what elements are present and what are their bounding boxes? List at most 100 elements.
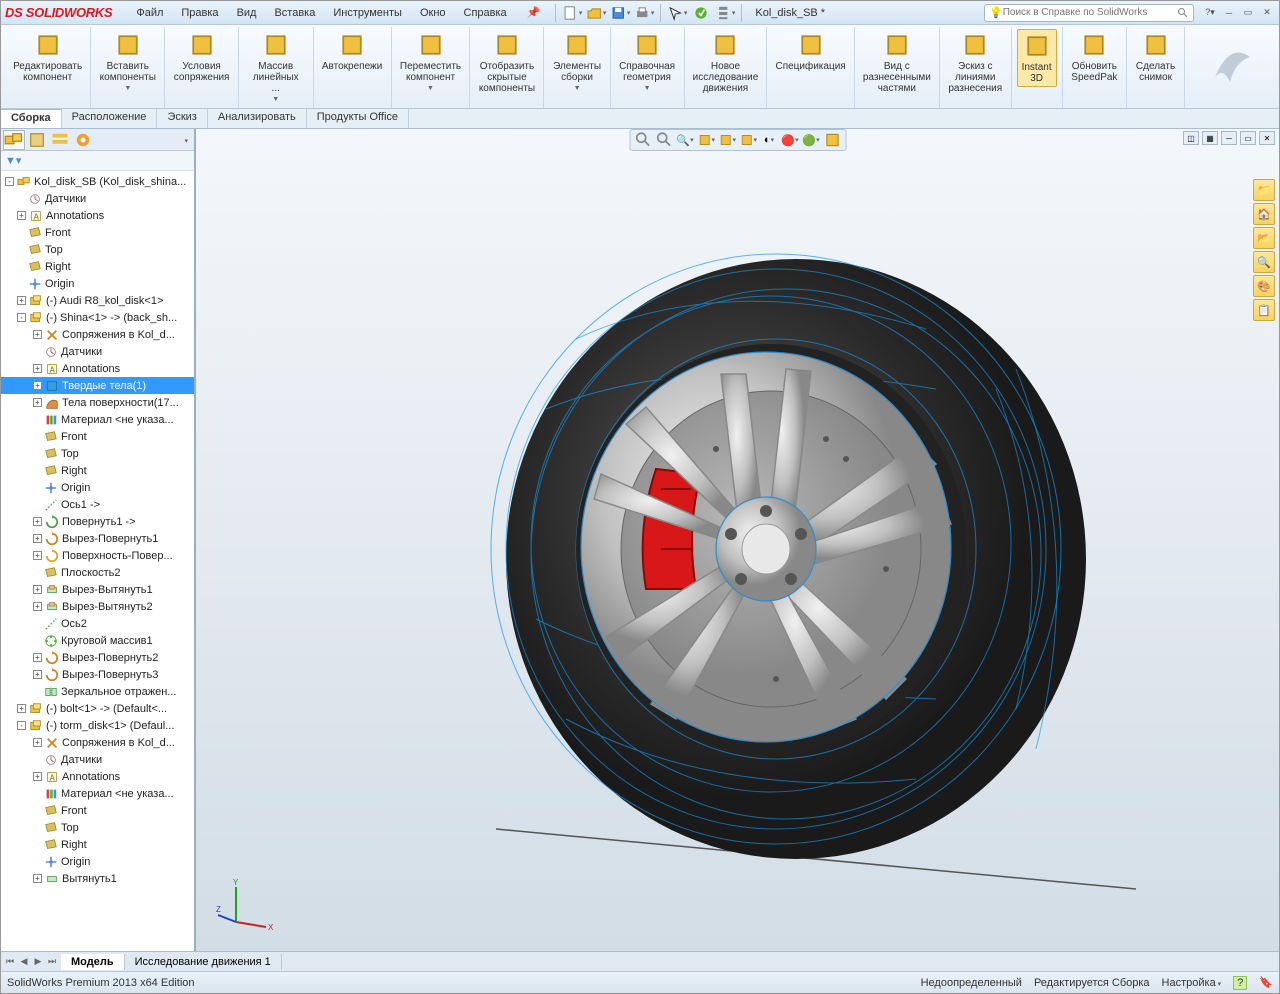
ribbon-btn-7[interactable]: Элементысборки▼ [549, 29, 605, 94]
tree-row[interactable]: Материал <не указа... [1, 785, 194, 802]
ribbon-btn-0[interactable]: Редактироватькомпонент [9, 29, 86, 85]
options-icon[interactable] [714, 3, 736, 23]
tab-продукты-office[interactable]: Продукты Office [307, 109, 409, 128]
tree-row[interactable]: -(-) Shina<1> -> (back_sh... [1, 309, 194, 326]
expand-icon[interactable]: + [33, 772, 42, 781]
tree-row[interactable]: +Твердые тела(1) [1, 377, 194, 394]
tree-row[interactable]: +Вырез-Вытянуть1 [1, 581, 194, 598]
menu-window[interactable]: Окно [412, 5, 454, 21]
print-icon[interactable] [633, 3, 655, 23]
configuration-tab-icon[interactable] [49, 130, 71, 150]
tab-сборка[interactable]: Сборка [1, 109, 62, 128]
feature-tree[interactable]: -Kol_disk_SB (Kol_disk_shina...Датчики+A… [1, 171, 194, 951]
status-rebuild-icon[interactable]: 🔖 [1259, 976, 1273, 989]
tree-row[interactable]: +Повернуть1 -> [1, 513, 194, 530]
hide-show-icon[interactable]: ◐ [760, 131, 778, 149]
tab-motion-study[interactable]: Исследование движения 1 [125, 954, 282, 970]
tree-row[interactable]: +Вытянуть1 [1, 870, 194, 887]
tree-row[interactable]: Origin [1, 479, 194, 496]
view-orientation-icon[interactable] [718, 131, 736, 149]
ribbon-btn-8[interactable]: Справочнаягеометрия▼ [615, 29, 679, 94]
ribbon-btn-9[interactable]: Новоеисследованиедвижения [689, 29, 763, 96]
display-style-icon[interactable] [739, 131, 757, 149]
tree-row[interactable]: Right [1, 258, 194, 275]
expand-icon[interactable]: + [17, 211, 26, 220]
menu-view[interactable]: Вид [229, 5, 265, 21]
taskpane-design-library-icon[interactable]: 🏠 [1253, 203, 1275, 225]
help-search[interactable]: 💡 [984, 4, 1194, 22]
vp-min-icon[interactable]: ─ [1221, 131, 1237, 145]
tab-расположение[interactable]: Расположение [62, 109, 158, 128]
menu-edit[interactable]: Правка [173, 5, 226, 21]
tree-row[interactable]: Ось1 -> [1, 496, 194, 513]
panel-expand-icon[interactable] [180, 134, 192, 146]
expand-icon[interactable]: + [33, 874, 42, 883]
expand-icon[interactable]: + [33, 364, 42, 373]
tab-эскиз[interactable]: Эскиз [157, 109, 207, 128]
tree-row[interactable]: +Сопряжения в Kol_d... [1, 734, 194, 751]
menu-help[interactable]: Справка [456, 5, 515, 21]
tree-row[interactable]: Origin [1, 275, 194, 292]
menu-file[interactable]: Файл [128, 5, 171, 21]
ribbon-btn-5[interactable]: Переместитькомпонент▼ [396, 29, 465, 94]
status-help-icon[interactable]: ? [1233, 976, 1247, 990]
tree-row[interactable]: Ось2 [1, 615, 194, 632]
tree-row[interactable]: Зеркальное отражен... [1, 683, 194, 700]
ribbon-btn-4[interactable]: Автокрепежи [318, 29, 386, 74]
tree-row[interactable]: +Тела поверхности(17... [1, 394, 194, 411]
ribbon-btn-10[interactable]: Спецификация [771, 29, 849, 74]
help-icon[interactable]: ?▾ [1202, 6, 1218, 20]
expand-icon[interactable]: - [17, 313, 26, 322]
vp-link-icon[interactable]: ▦ [1202, 131, 1218, 145]
tree-row[interactable]: Right [1, 462, 194, 479]
tree-row[interactable]: +Вырез-Повернуть1 [1, 530, 194, 547]
expand-icon[interactable]: + [33, 330, 42, 339]
expand-icon[interactable]: + [33, 517, 42, 526]
tree-row[interactable]: Top [1, 241, 194, 258]
expand-icon[interactable]: + [33, 551, 42, 560]
menu-pin-icon[interactable]: 📌 [527, 6, 541, 19]
vp-tile-icon[interactable]: ◫ [1183, 131, 1199, 145]
tab-анализировать[interactable]: Анализировать [208, 109, 307, 128]
expand-icon[interactable]: + [33, 602, 42, 611]
expand-icon[interactable]: + [33, 534, 42, 543]
search-icon[interactable] [1177, 7, 1189, 19]
tree-row[interactable]: Круговой массив1 [1, 632, 194, 649]
menu-tools[interactable]: Инструменты [325, 5, 410, 21]
tree-row[interactable]: Top [1, 445, 194, 462]
tab-model[interactable]: Модель [61, 954, 125, 970]
save-icon[interactable] [609, 3, 631, 23]
status-settings[interactable]: Настройка [1162, 977, 1222, 989]
ribbon-btn-3[interactable]: Массивлинейных ...▼ [245, 29, 307, 105]
expand-icon[interactable]: + [33, 738, 42, 747]
feature-tree-tab-icon[interactable] [3, 130, 25, 150]
ribbon-btn-2[interactable]: Условиясопряжения [170, 29, 234, 85]
filter-icon[interactable]: ▼▾ [5, 154, 21, 167]
search-input[interactable] [1003, 7, 1177, 18]
ribbon-btn-6[interactable]: Отобразитьскрытыекомпоненты [475, 29, 539, 96]
tree-row[interactable]: +Вырез-Повернуть3 [1, 666, 194, 683]
dimxpert-tab-icon[interactable] [72, 130, 94, 150]
tree-row[interactable]: Материал <не указа... [1, 411, 194, 428]
new-icon[interactable] [561, 3, 583, 23]
maximize-icon[interactable]: ▭ [1240, 6, 1256, 20]
tab-next-icon[interactable]: ▶ [31, 956, 45, 967]
tree-row[interactable]: +Вырез-Повернуть2 [1, 649, 194, 666]
ribbon-btn-1[interactable]: Вставитькомпоненты▼ [96, 29, 160, 94]
expand-icon[interactable]: + [33, 585, 42, 594]
expand-icon[interactable]: + [33, 670, 42, 679]
tab-last-icon[interactable]: ⏭ [45, 956, 59, 967]
tree-row[interactable]: Right [1, 836, 194, 853]
taskpane-custom-props-icon[interactable]: 📋 [1253, 299, 1275, 321]
tree-row[interactable]: -Kol_disk_SB (Kol_disk_shina... [1, 173, 194, 190]
vp-max-icon[interactable]: ▭ [1240, 131, 1256, 145]
taskpane-view-palette-icon[interactable]: 🔍 [1253, 251, 1275, 273]
tree-row[interactable]: -(-) torm_disk<1> (Defaul... [1, 717, 194, 734]
expand-icon[interactable]: + [17, 296, 26, 305]
tab-prev-icon[interactable]: ◀ [17, 956, 31, 967]
expand-icon[interactable]: + [33, 653, 42, 662]
ribbon-btn-13[interactable]: Instant3D [1017, 29, 1057, 87]
ribbon-btn-14[interactable]: ОбновитьSpeedPak [1067, 29, 1121, 85]
tree-row[interactable]: Датчики [1, 751, 194, 768]
tree-row[interactable]: +Вырез-Вытянуть2 [1, 598, 194, 615]
